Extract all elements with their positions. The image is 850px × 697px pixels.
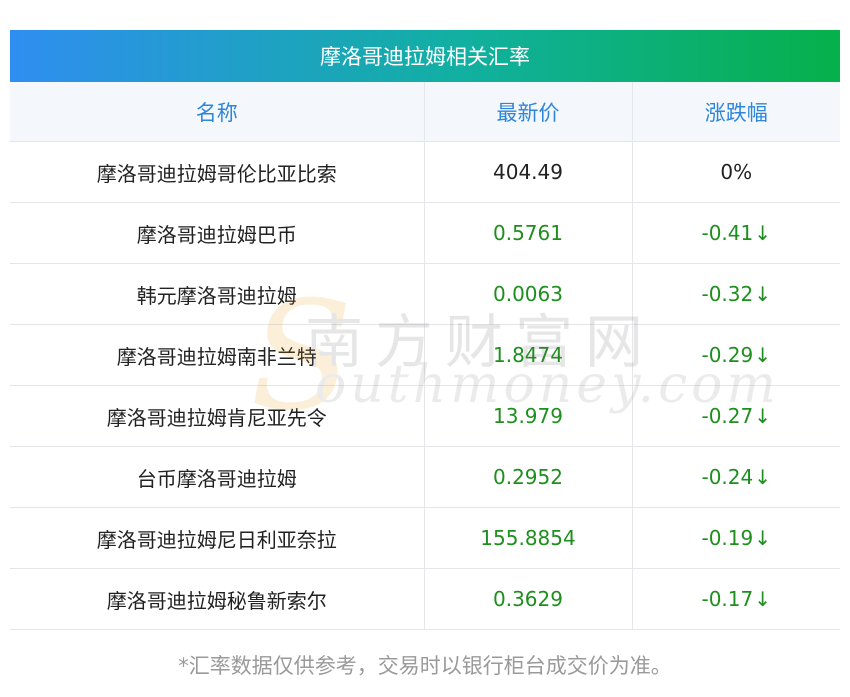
rates-table: 名称 最新价 涨跌幅 摩洛哥迪拉姆哥伦比亚比索 404.49 0% 摩洛哥迪拉姆巴币 0… (10, 82, 840, 630)
change-percent: -0.24↓ (631, 446, 840, 508)
currency-pair-name[interactable]: 摩洛哥迪拉姆南非兰特 (10, 324, 424, 386)
arrow-down-icon: ↓ (754, 465, 771, 489)
currency-pair-name[interactable]: 摩洛哥迪拉姆肯尼亚先令 (10, 385, 424, 447)
disclaimer-footnote: *汇率数据仅供参考，交易时以银行柜台成交价为准。 (178, 654, 672, 678)
table-title: 摩洛哥迪拉姆相关汇率 (320, 45, 530, 69)
arrow-down-icon: ↓ (754, 404, 771, 428)
change-value: -0.24 (701, 465, 754, 489)
change-percent: -0.17↓ (631, 568, 840, 630)
change-percent: 0% (631, 141, 840, 203)
arrow-down-icon: ↓ (754, 587, 771, 611)
latest-price: 404.49 (423, 141, 632, 203)
change-value: -0.41 (701, 221, 754, 245)
currency-pair-name[interactable]: 摩洛哥迪拉姆哥伦比亚比索 (10, 141, 424, 203)
latest-price: 155.8854 (423, 507, 632, 569)
arrow-down-icon: ↓ (754, 526, 771, 550)
latest-price: 0.2952 (423, 446, 632, 508)
table-title-bar: 摩洛哥迪拉姆相关汇率 (10, 30, 840, 82)
change-percent: -0.19↓ (631, 507, 840, 569)
table-row[interactable]: 摩洛哥迪拉姆尼日利亚奈拉 155.8854 -0.19↓ (10, 507, 840, 569)
latest-price: 1.8474 (423, 324, 632, 386)
currency-pair-name[interactable]: 摩洛哥迪拉姆尼日利亚奈拉 (10, 507, 424, 569)
arrow-down-icon: ↓ (754, 221, 771, 245)
change-value: -0.29 (701, 343, 754, 367)
change-percent: -0.41↓ (631, 202, 840, 264)
latest-price: 0.5761 (423, 202, 632, 264)
latest-price: 0.0063 (423, 263, 632, 325)
currency-pair-name[interactable]: 韩元摩洛哥迪拉姆 (10, 263, 424, 325)
currency-pair-name[interactable]: 摩洛哥迪拉姆巴币 (10, 202, 424, 264)
table-row[interactable]: 摩洛哥迪拉姆肯尼亚先令 13.979 -0.27↓ (10, 385, 840, 447)
change-value: -0.27 (701, 404, 754, 428)
change-value: -0.17 (701, 587, 754, 611)
column-header-price: 最新价 (423, 82, 632, 142)
change-value: -0.19 (701, 526, 754, 550)
change-percent: -0.32↓ (631, 263, 840, 325)
table-row[interactable]: 摩洛哥迪拉姆南非兰特 1.8474 -0.29↓ (10, 324, 840, 386)
change-value: -0.32 (701, 282, 754, 306)
change-percent: -0.27↓ (631, 385, 840, 447)
table-header-row: 名称 最新价 涨跌幅 (10, 82, 840, 142)
arrow-down-icon: ↓ (754, 282, 771, 306)
column-header-name: 名称 (10, 82, 424, 142)
table-row[interactable]: 台币摩洛哥迪拉姆 0.2952 -0.24↓ (10, 446, 840, 508)
latest-price: 13.979 (423, 385, 632, 447)
table-row[interactable]: 韩元摩洛哥迪拉姆 0.0063 -0.32↓ (10, 263, 840, 325)
table-row[interactable]: 摩洛哥迪拉姆巴币 0.5761 -0.41↓ (10, 202, 840, 264)
table-row[interactable]: 摩洛哥迪拉姆秘鲁新索尔 0.3629 -0.17↓ (10, 568, 840, 630)
currency-pair-name[interactable]: 台币摩洛哥迪拉姆 (10, 446, 424, 508)
column-header-change: 涨跌幅 (631, 82, 840, 142)
latest-price: 0.3629 (423, 568, 632, 630)
change-percent: -0.29↓ (631, 324, 840, 386)
change-value: 0% (720, 160, 753, 184)
currency-pair-name[interactable]: 摩洛哥迪拉姆秘鲁新索尔 (10, 568, 424, 630)
arrow-down-icon: ↓ (754, 343, 771, 367)
table-row[interactable]: 摩洛哥迪拉姆哥伦比亚比索 404.49 0% (10, 141, 840, 203)
